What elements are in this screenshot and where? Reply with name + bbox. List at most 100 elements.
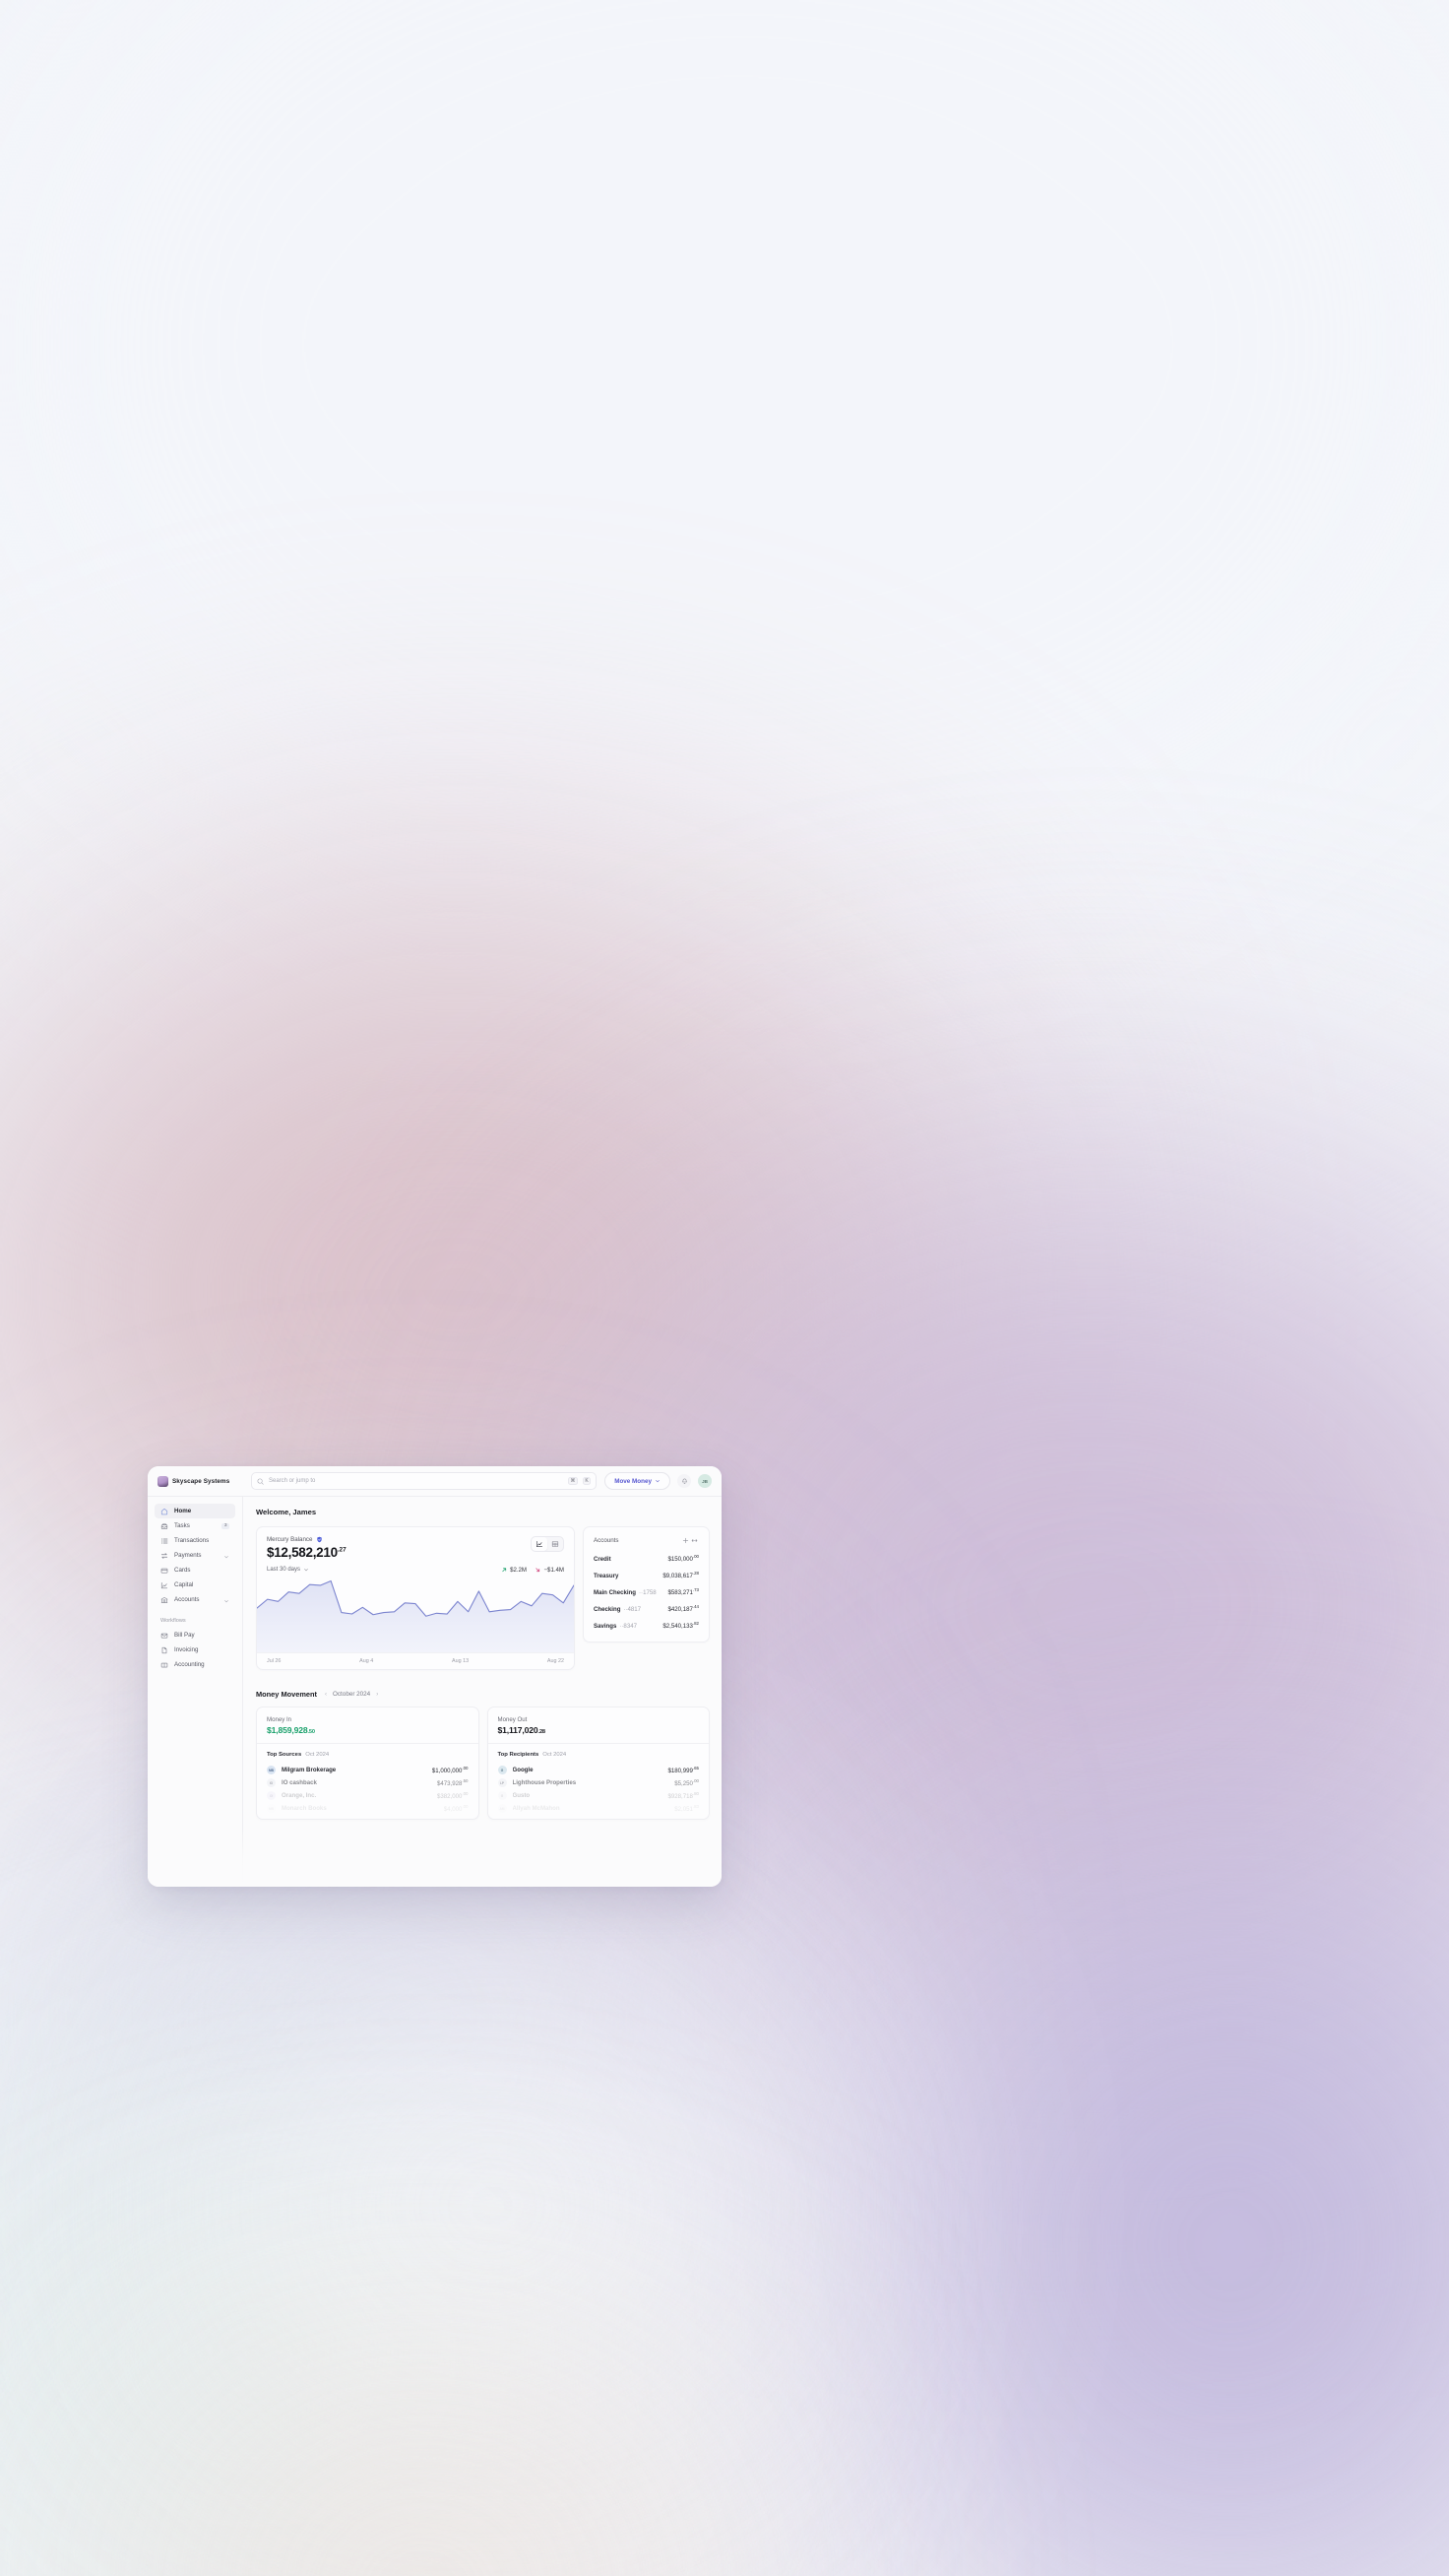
kbd-k-key: K <box>582 1477 592 1485</box>
account-row[interactable]: Savings ··8347 $2,540,133.82 <box>594 1621 699 1630</box>
chevron-down-icon <box>304 1569 308 1572</box>
balance-card: Mercury Balance $12,582,210.27 Last 30 d… <box>256 1526 575 1670</box>
recipient-name: Gusto <box>512 1792 531 1799</box>
brand[interactable]: Skyscape Systems <box>148 1475 243 1487</box>
money-in-cents: .50 <box>307 1729 315 1735</box>
list-item[interactable]: MB Monarch Books $4,000.00 <box>267 1802 469 1815</box>
list-item[interactable]: AM Allyah McMahon $2,051.83 <box>497 1802 699 1815</box>
sidebar-section-workflows: Workflows <box>160 1618 186 1624</box>
reorder-accounts-button[interactable] <box>690 1536 699 1545</box>
source-amount-cents: .50 <box>462 1777 469 1783</box>
account-name: Treasury <box>594 1573 619 1580</box>
account-row[interactable]: Checking ··4817 $420,187.44 <box>594 1604 699 1613</box>
avatar[interactable]: JB <box>698 1474 712 1488</box>
recipient-amount-cents: .80 <box>692 1790 699 1796</box>
sidebar-item-cards[interactable]: Cards <box>155 1563 235 1578</box>
table-view-button[interactable] <box>547 1537 563 1551</box>
sidebar-item-label: Capital <box>174 1581 194 1588</box>
sidebar-item-accounts[interactable]: Accounts <box>155 1592 235 1607</box>
bank-icon <box>160 1596 168 1604</box>
money-out-card: Money Out $1,117,020.28 Top Recipients O… <box>486 1707 710 1820</box>
divider <box>487 1743 709 1744</box>
move-money-button[interactable]: Move Money <box>604 1472 670 1490</box>
account-amount: $9,038,617.28 <box>662 1571 699 1579</box>
book-icon <box>160 1661 168 1669</box>
recipient-amount-whole: $928,718 <box>667 1793 693 1801</box>
sidebar-item-home[interactable]: Home <box>155 1504 235 1518</box>
chevron-down-icon <box>223 1547 229 1565</box>
table-icon <box>551 1541 559 1547</box>
x-tick-label: Aug 13 <box>452 1658 470 1664</box>
sidebar-item-payments[interactable]: Payments <box>155 1548 235 1563</box>
sidebar-item-tasks[interactable]: Tasks 3 <box>155 1518 235 1533</box>
delta-inflow-value: $2.2M <box>510 1566 527 1574</box>
chevron-down-icon <box>223 1591 229 1609</box>
source-amount-whole: $473,928 <box>436 1780 463 1788</box>
chart-x-axis: Jul 26 Aug 4 Aug 13 Aug 22 <box>257 1652 574 1669</box>
top-sources-period: Oct 2024 <box>305 1752 330 1758</box>
sidebar-item-invoicing[interactable]: Invoicing <box>155 1642 235 1657</box>
list-item[interactable]: IO IO cashback $473,928.50 <box>267 1776 469 1789</box>
account-amount: $150,000.00 <box>667 1554 699 1563</box>
arrow-up-right-icon <box>501 1568 506 1572</box>
date-range-label: Last 30 days <box>267 1567 301 1573</box>
recipient-amount-cents: .00 <box>692 1777 699 1783</box>
top-sources-title: Top Sources <box>267 1752 302 1758</box>
date-range-selector[interactable]: Last 30 days <box>267 1567 309 1573</box>
list-item[interactable]: MB Milgram Brokerage $1,000,000.00 <box>267 1764 469 1776</box>
prev-period-button[interactable]: ‹ <box>325 1692 327 1698</box>
sidebar-item-label: Payments <box>174 1552 202 1559</box>
chart-view-button[interactable] <box>532 1537 547 1551</box>
account-row[interactable]: Main Checking ··1758 $583,271.73 <box>594 1587 699 1596</box>
account-amount-whole: $9,038,617 <box>662 1573 693 1580</box>
money-movement-row: Money In $1,859,928.50 Top Sources Oct 2… <box>256 1707 710 1820</box>
period-navigator: ‹ October 2024 › <box>325 1691 378 1698</box>
sidebar-item-bill-pay[interactable]: Bill Pay <box>155 1628 235 1642</box>
avatar: IO <box>267 1778 276 1787</box>
list-item[interactable]: OI Orange, Inc. $382,000.00 <box>267 1789 469 1802</box>
account-mask: ··8347 <box>619 1623 637 1631</box>
page-title: Welcome, James <box>256 1508 317 1516</box>
avatar: AM <box>497 1804 507 1813</box>
brand-name: Skyscape Systems <box>172 1477 230 1485</box>
account-amount-whole: $2,540,133 <box>662 1623 693 1631</box>
x-tick-label: Aug 4 <box>359 1658 374 1664</box>
money-out-label: Money Out <box>497 1716 528 1723</box>
balance-title-row: Mercury Balance <box>267 1536 531 1543</box>
top-sources-header: Top Sources Oct 2024 <box>267 1752 469 1758</box>
avatar: G <box>497 1791 507 1800</box>
envelope-icon <box>160 1632 168 1640</box>
next-period-button[interactable]: › <box>376 1692 378 1698</box>
top-recipients-title: Top Recipients <box>497 1752 539 1758</box>
sidebar-item-accounting[interactable]: Accounting <box>155 1657 235 1672</box>
balance-chart[interactable] <box>257 1579 574 1652</box>
period-label: October 2024 <box>333 1691 371 1698</box>
sidebar-item-label: Home <box>174 1508 192 1514</box>
account-amount-cents: .82 <box>692 1621 699 1627</box>
home-icon <box>160 1508 168 1515</box>
top-bar-actions: Move Money JB <box>604 1472 722 1490</box>
list-item[interactable]: LP Lighthouse Properties $5,250.00 <box>497 1776 699 1789</box>
list-item[interactable]: G Gusto $928,718.80 <box>497 1789 699 1802</box>
list-item[interactable]: G Google $180,999.65 <box>497 1764 699 1776</box>
plus-icon <box>682 1537 689 1544</box>
chevron-down-icon <box>656 1480 660 1483</box>
balance-amount-whole: $12,582,210 <box>267 1545 338 1560</box>
notifications-button[interactable] <box>677 1474 691 1488</box>
account-row[interactable]: Credit $150,000.00 <box>594 1554 699 1563</box>
account-amount-cents: .00 <box>692 1554 699 1559</box>
money-out-cents: .28 <box>537 1729 545 1735</box>
transfer-icon <box>160 1552 168 1560</box>
avatar: MB <box>267 1766 276 1774</box>
search-input[interactable]: Search or jump to ⌘ K <box>251 1472 598 1490</box>
recipient-amount: $928,718.80 <box>667 1791 699 1800</box>
source-amount-cents: .00 <box>462 1765 469 1771</box>
add-account-button[interactable] <box>681 1536 690 1545</box>
account-amount-cents: .44 <box>692 1604 699 1610</box>
account-row[interactable]: Treasury $9,038,617.28 <box>594 1571 699 1579</box>
avatar: MB <box>267 1804 276 1813</box>
recipient-amount-cents: .83 <box>692 1803 699 1809</box>
delta-outflow-value: −$1.4M <box>543 1566 565 1574</box>
balance-header: Mercury Balance $12,582,210.27 <box>267 1536 564 1560</box>
recipient-amount-whole: $5,250 <box>674 1780 693 1788</box>
